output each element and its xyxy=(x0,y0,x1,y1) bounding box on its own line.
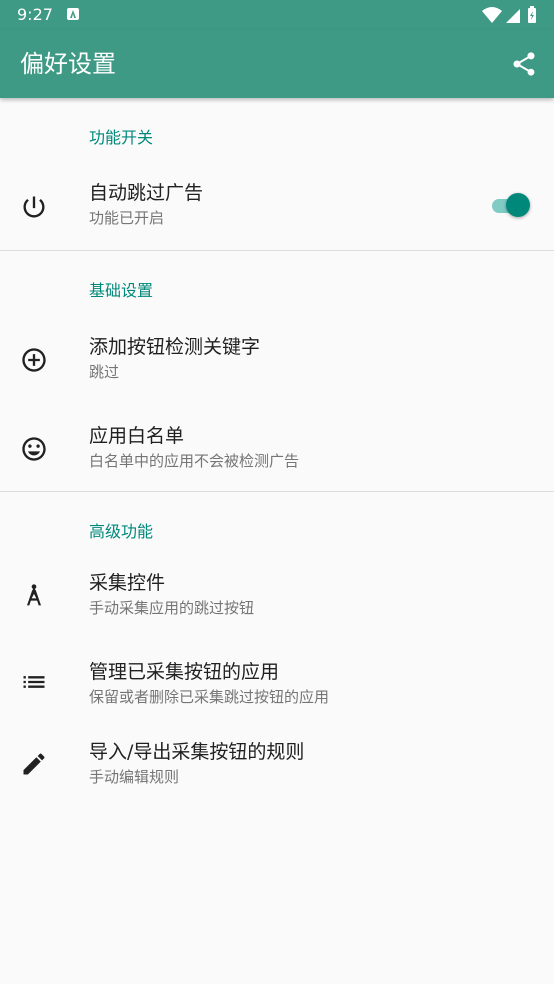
pref-title: 应用白名单 xyxy=(89,425,185,447)
power-icon xyxy=(23,196,45,218)
section-header-basic-settings: 基础设置 xyxy=(0,251,554,301)
share-icon[interactable] xyxy=(510,50,538,78)
toggle-thumb xyxy=(506,193,530,217)
section-title: 高级功能 xyxy=(89,522,154,541)
pref-summary: 保留或者删除已采集跳过按钮的应用 xyxy=(89,688,330,706)
add-circle-icon xyxy=(22,348,46,372)
auto-skip-toggle[interactable] xyxy=(490,193,530,219)
signal-icon xyxy=(506,9,520,23)
battery-icon xyxy=(528,6,536,23)
pref-summary: 手动编辑规则 xyxy=(89,768,180,786)
pref-add-keyword[interactable]: 添加按钮检测关键字 跳过 xyxy=(0,301,554,395)
a-letter-icon xyxy=(67,8,79,20)
pref-title: 采集控件 xyxy=(89,572,166,594)
pref-summary: 手动采集应用的跳过按钮 xyxy=(89,599,255,617)
status-time: 9:27 xyxy=(17,5,53,24)
pref-import-export-rules[interactable]: 导入/导出采集按钮的规则 手动编辑规则 xyxy=(0,726,554,816)
preferences-list: 功能开关 自动跳过广告 功能已开启 基础设置 添加按钮检测关键字 跳过 应用白名… xyxy=(0,98,554,816)
pencil-icon xyxy=(23,753,45,775)
pref-title: 管理已采集按钮的应用 xyxy=(89,661,280,683)
pref-manage-collected-apps[interactable]: 管理已采集按钮的应用 保留或者删除已采集跳过按钮的应用 xyxy=(0,636,554,726)
pref-summary: 白名单中的应用不会被检测广告 xyxy=(89,452,300,470)
wifi-icon xyxy=(482,7,502,23)
smiley-icon xyxy=(22,437,46,461)
section-title: 基础设置 xyxy=(89,281,154,300)
pref-title: 添加按钮检测关键字 xyxy=(89,336,261,358)
list-icon xyxy=(23,676,45,688)
pref-summary: 跳过 xyxy=(89,363,120,381)
page-title: 偏好设置 xyxy=(20,50,116,78)
section-header-advanced-features: 高级功能 xyxy=(0,492,554,542)
section-header-function-switch: 功能开关 xyxy=(0,98,554,148)
pref-title: 自动跳过广告 xyxy=(89,182,204,204)
pref-collect-widget[interactable]: 采集控件 手动采集应用的跳过按钮 xyxy=(0,542,554,636)
pref-auto-skip-ads[interactable]: 自动跳过广告 功能已开启 xyxy=(0,148,554,250)
section-title: 功能开关 xyxy=(89,128,154,147)
status-icons xyxy=(482,6,536,23)
status-bar: 9:27 xyxy=(0,0,554,30)
compass-icon xyxy=(27,584,41,606)
app-bar: 偏好设置 xyxy=(0,30,554,98)
pref-app-whitelist[interactable]: 应用白名单 白名单中的应用不会被检测广告 xyxy=(0,395,554,491)
pref-summary: 功能已开启 xyxy=(89,209,165,227)
pref-title: 导入/导出采集按钮的规则 xyxy=(89,741,305,763)
